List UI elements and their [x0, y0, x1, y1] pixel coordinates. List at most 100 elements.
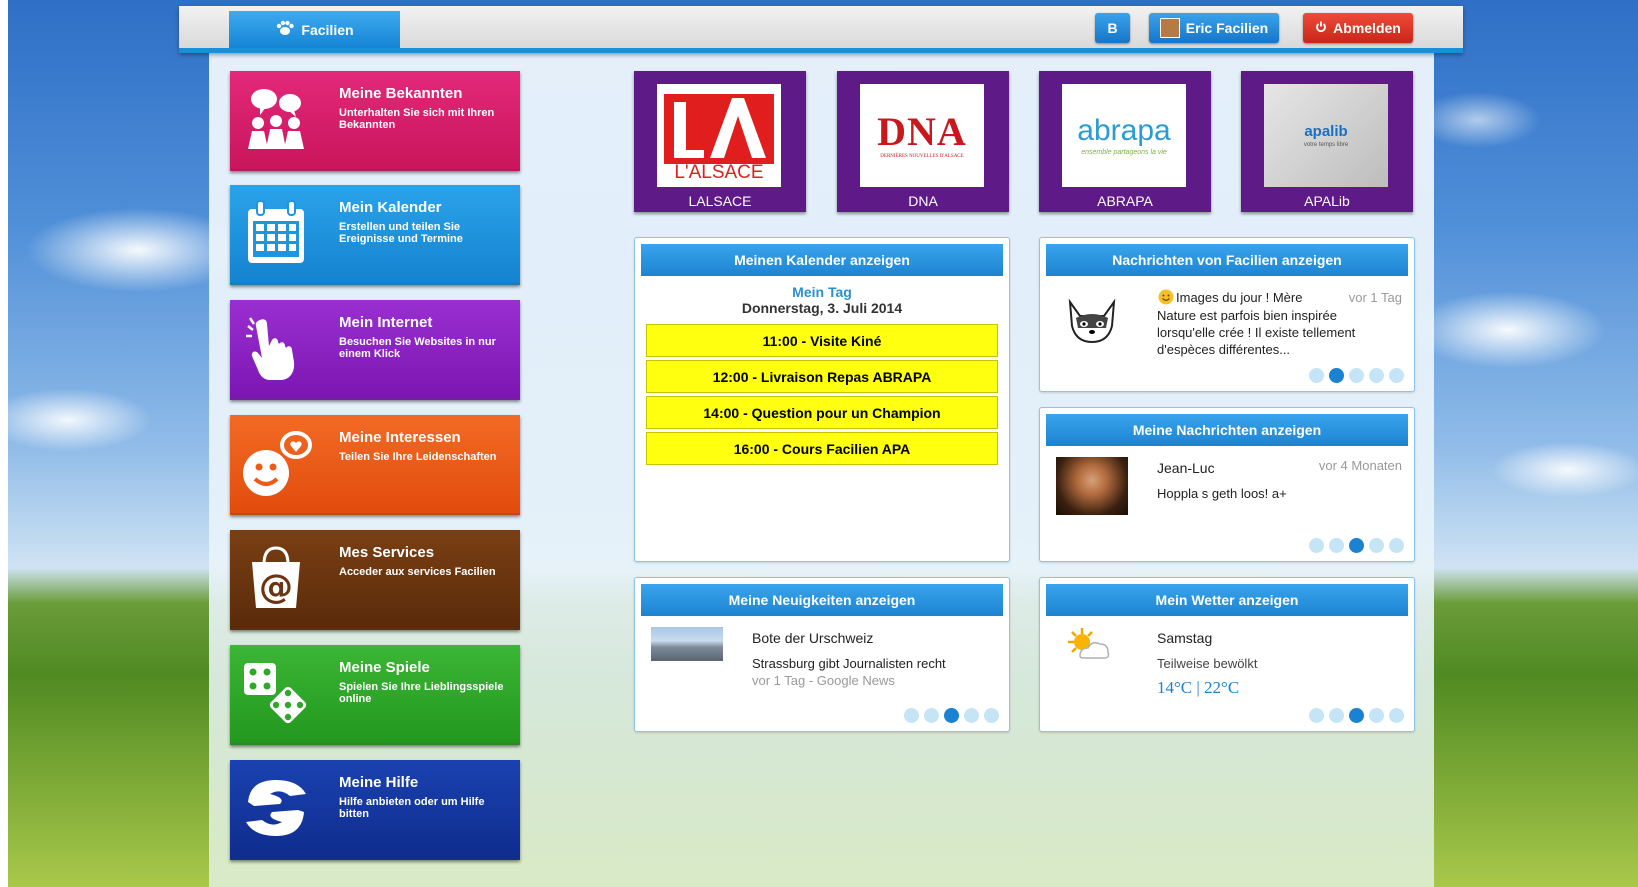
weather-widget: Mein Wetter anzeigen Samstag Teilweise b…: [1039, 577, 1415, 732]
tile-title: Mes Services: [339, 544, 435, 561]
smiley-heart-icon: [240, 427, 312, 499]
pager-dot[interactable]: [1389, 708, 1404, 723]
lalsace-logo: L'ALSACE: [657, 84, 781, 187]
facilien-news-widget: Nachrichten von Facilien anzeigen Images…: [1039, 237, 1415, 392]
pager-dot[interactable]: [1329, 538, 1344, 553]
calendar-event[interactable]: 16:00 - Cours Facilien APA: [646, 432, 998, 465]
pager-dot[interactable]: [924, 708, 939, 723]
tile-description: Besuchen Sie Websites in nur einem Klick: [339, 336, 496, 360]
news-header[interactable]: Meine Neuigkeiten anzeigen: [641, 584, 1003, 616]
facilien-news-time: vor 1 Tag: [1348, 290, 1402, 305]
pager-dot[interactable]: [1349, 708, 1364, 723]
weather-condition: Teilweise bewölkt: [1157, 656, 1258, 671]
pager-dot[interactable]: [1329, 368, 1344, 383]
weather-day: Samstag: [1157, 630, 1213, 646]
pager-dot[interactable]: [1389, 538, 1404, 553]
calendar-widget-header[interactable]: Meinen Kalender anzeigen: [641, 244, 1003, 276]
partner-abrapa[interactable]: abrapa ensemble partageons la vie ABRAPA: [1039, 71, 1211, 212]
news-widget: Meine Neuigkeiten anzeigen Bote der Ursc…: [634, 577, 1010, 732]
pager-dot[interactable]: [904, 708, 919, 723]
messages-widget: Meine Nachrichten anzeigen Jean-Luc vor …: [1039, 407, 1415, 562]
pager-dot[interactable]: [1349, 368, 1364, 383]
pager-dot[interactable]: [1309, 708, 1324, 723]
calendar-icon: [240, 197, 312, 269]
tile-title: Meine Bekannten: [339, 85, 463, 102]
partner-name: LALSACE: [688, 193, 752, 209]
tile-title: Meine Hilfe: [339, 774, 419, 791]
calendar-date: Donnerstag, 3. Juli 2014: [741, 300, 903, 316]
tile-description: Hilfe anbieten oder um Hilfe bitten: [339, 796, 485, 820]
tile-meine-hilfe[interactable]: Meine Hilfe Hilfe anbieten oder um Hilfe…: [230, 760, 520, 860]
messages-pager: [1309, 538, 1404, 553]
tile-description: Acceder aux services Facilien: [339, 566, 496, 578]
dna-logo-text: DNA: [877, 109, 967, 154]
partner-lalsace[interactable]: L'ALSACE LALSACE: [634, 71, 806, 212]
tile-meine-spiele[interactable]: Meine Spiele Spielen Sie Ihre Lieblingss…: [230, 645, 520, 745]
pager-dot[interactable]: [1309, 538, 1324, 553]
logout-button[interactable]: Abmelden: [1303, 13, 1413, 43]
tile-description: Erstellen und teilen Sie Ereignisse und …: [339, 221, 463, 245]
messages-header[interactable]: Meine Nachrichten anzeigen: [1046, 414, 1408, 446]
tile-meine-interessen[interactable]: Meine Interessen Teilen Sie Ihre Leidens…: [230, 415, 520, 515]
tile-mes-services[interactable]: @ Mes Services Acceder aux services Faci…: [230, 530, 520, 630]
tile-mein-kalender[interactable]: Mein Kalender Erstellen und teilen Sie E…: [230, 185, 520, 285]
message-sender[interactable]: Jean-Luc: [1157, 460, 1215, 476]
pager-dot[interactable]: [984, 708, 999, 723]
calendar-event[interactable]: 14:00 - Question pour un Champion: [646, 396, 998, 429]
partner-apalib[interactable]: apalib votre temps libre APALib: [1241, 71, 1413, 212]
partner-name: APALib: [1304, 193, 1350, 209]
facilien-news-header[interactable]: Nachrichten von Facilien anzeigen: [1046, 244, 1408, 276]
partner-dna[interactable]: DNA DERNIÈRES NOUVELLES D'ALSACE DNA: [837, 71, 1009, 212]
weather-pager: [1309, 708, 1404, 723]
logout-label: Abmelden: [1333, 20, 1401, 36]
brand-label: Facilien: [301, 21, 354, 38]
user-name: Eric Facilien: [1185, 20, 1269, 36]
partly-cloudy-icon: [1064, 626, 1112, 671]
news-headline[interactable]: Strassburg gibt Journalisten recht: [752, 656, 946, 671]
pager-dot[interactable]: [1369, 368, 1384, 383]
brand-tab[interactable]: Facilien: [229, 11, 400, 48]
pager-dot[interactable]: [1329, 708, 1344, 723]
calendar-event[interactable]: 11:00 - Visite Kiné: [646, 324, 998, 357]
shopping-bag-at-icon: @: [240, 542, 312, 614]
facilien-news-text: Nature est parfois bien inspirée lorsqu'…: [1157, 308, 1356, 357]
weather-temps: 14°C | 22°C: [1157, 678, 1240, 697]
dna-logo: DNA DERNIÈRES NOUVELLES D'ALSACE: [860, 84, 984, 187]
lalsace-logo-text: L'ALSACE: [674, 161, 764, 183]
news-source: Bote der Urschweiz: [752, 630, 874, 646]
tile-description: Teilen Sie Ihre Leidenschaften: [339, 451, 497, 463]
helping-hands-icon: [240, 772, 312, 844]
pager-dot[interactable]: [1369, 538, 1384, 553]
calendar-subtitle: Mein Tag: [792, 284, 852, 300]
pager-dot[interactable]: [1369, 708, 1384, 723]
dice-icon: [240, 657, 312, 729]
tile-title: Mein Internet: [339, 314, 433, 331]
weather-header[interactable]: Mein Wetter anzeigen: [1046, 584, 1408, 616]
apalib-logo: apalib votre temps libre: [1264, 84, 1388, 187]
message-text: Hoppla s geth loos! a+: [1157, 486, 1287, 501]
top-bar: Facilien B Eric Facilien Abmelden: [179, 6, 1463, 53]
pager-dot[interactable]: [1309, 368, 1324, 383]
user-avatar: [1159, 18, 1180, 38]
tile-description: Spielen Sie Ihre Lieblingsspiele online: [339, 681, 504, 705]
news-pager: [904, 708, 999, 723]
news-meta: vor 1 Tag - Google News: [752, 673, 895, 688]
pager-dot[interactable]: [1389, 368, 1404, 383]
power-icon: [1315, 20, 1327, 36]
people-chat-icon: [240, 83, 312, 155]
news-thumbnail: [651, 627, 723, 661]
facilien-news-title[interactable]: Images du jour ! Mère: [1176, 290, 1302, 305]
calendar-widget: Meinen Kalender anzeigen Mein Tag Donner…: [634, 237, 1010, 562]
message-time: vor 4 Monaten: [1318, 458, 1402, 473]
pager-dot[interactable]: [1349, 538, 1364, 553]
facilien-news-pager: [1309, 368, 1404, 383]
pager-dot[interactable]: [944, 708, 959, 723]
tile-meine-bekannten[interactable]: Meine Bekannten Unterhalten Sie sich mit…: [230, 71, 520, 171]
dna-logo-subtitle: DERNIÈRES NOUVELLES D'ALSACE: [880, 154, 964, 159]
tile-mein-internet[interactable]: Mein Internet Besuchen Sie Websites in n…: [230, 300, 520, 400]
calendar-event[interactable]: 12:00 - Livraison Repas ABRAPA: [646, 360, 998, 393]
pager-dot[interactable]: [964, 708, 979, 723]
user-button[interactable]: Eric Facilien: [1149, 13, 1279, 43]
b-button[interactable]: B: [1095, 13, 1130, 43]
pointing-hand-icon: [240, 312, 312, 384]
